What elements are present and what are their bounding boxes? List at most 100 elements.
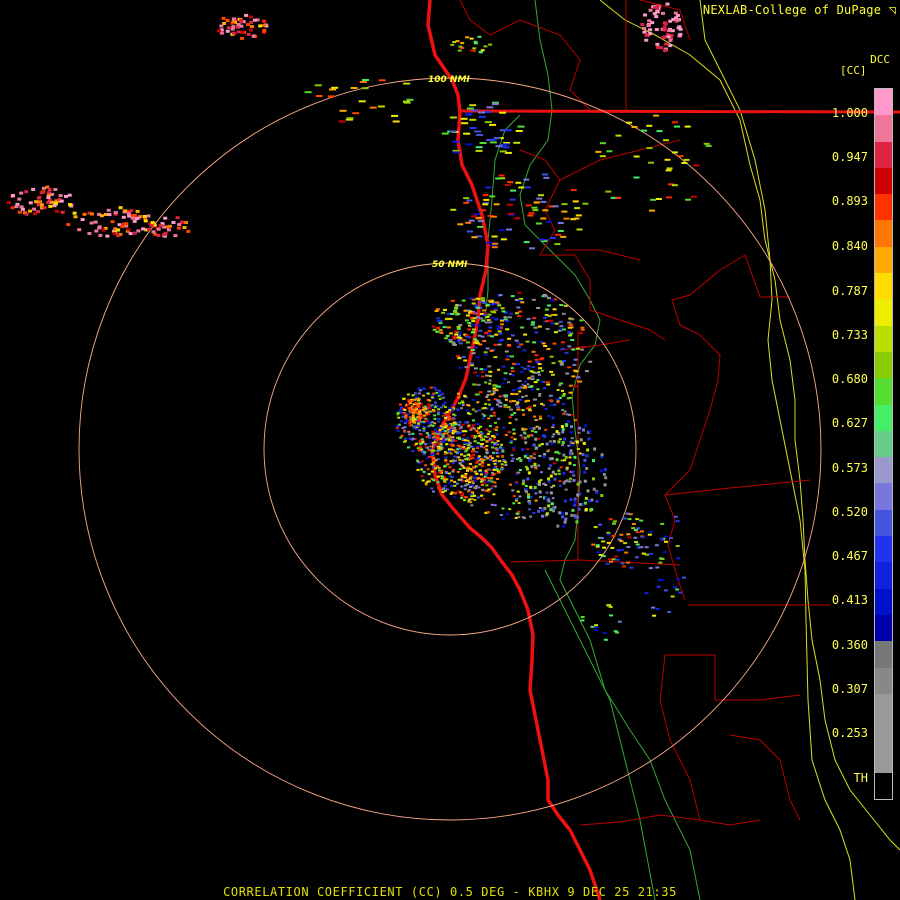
radar-return-pixel [327,95,335,98]
radar-return-pixel [485,448,489,451]
radar-return-pixel [609,560,613,563]
radar-return-pixel [426,398,430,401]
radar-return-pixel [538,443,542,447]
radar-return-pixel [430,421,434,424]
radar-return-pixel [463,421,467,424]
radar-return-pixel [418,412,422,415]
radar-return-pixel [358,100,366,103]
radar-return-pixel [411,414,415,417]
radar-return-pixel [453,496,457,499]
radar-return-pixel [246,33,251,36]
radar-return-pixel [473,40,478,43]
radar-return-pixel [352,112,360,115]
radar-return-pixel [572,474,576,477]
radar-return-pixel [503,316,508,319]
radar-return-pixel [466,412,470,415]
legend-unit: [CC] [840,64,867,77]
radar-return-pixel [465,409,469,412]
radar-return-pixel [569,449,573,453]
radar-return-pixel [538,238,545,241]
radar-return-pixel [581,345,586,348]
radar-return-pixel [470,491,474,494]
radar-return-pixel [491,474,495,477]
color-scale-swatch [875,194,892,221]
radar-return-pixel [480,49,485,52]
radar-return-pixel [478,391,483,394]
radar-return-pixel [555,430,559,434]
radar-return-pixel [572,363,577,366]
radar-return-pixel [481,309,486,312]
radar-return-pixel [476,422,479,425]
radar-return-pixel [452,343,456,346]
radar-return-pixel [100,214,104,218]
radar-return-pixel [445,317,450,320]
radar-return-pixel [489,439,493,442]
radar-return-pixel [537,325,542,328]
radar-return-pixel [132,219,137,223]
radar-return-pixel [563,410,567,413]
radar-return-pixel [463,197,470,200]
radar-return-pixel [432,328,437,331]
radar-return-pixel [484,321,489,324]
radar-return-pixel [495,426,499,429]
radar-return-pixel [432,490,435,493]
radar-return-pixel [476,324,481,327]
radar-return-pixel [378,79,386,82]
radar-return-pixel [530,456,534,459]
radar-return-pixel [479,142,487,144]
radar-return-pixel [512,502,516,505]
radar-return-pixel [544,428,548,431]
radar-return-pixel [497,400,502,403]
radar-return-pixel [262,23,267,27]
radar-return-pixel [118,206,123,210]
radar-return-pixel [568,384,573,387]
radar-return-pixel [132,231,137,235]
radar-return-pixel [445,334,450,337]
radar-return-pixel [666,167,673,170]
radar-return-pixel [498,174,505,177]
radar-return-pixel [515,181,522,184]
radar-return-pixel [457,392,460,395]
radar-return-pixel [510,436,514,439]
radar-return-pixel [563,499,567,503]
radar-return-pixel [488,437,492,440]
radar-return-pixel [523,454,527,458]
radar-return-pixel [136,229,141,233]
radar-return-pixel [429,386,433,389]
radar-return-pixel [474,479,478,482]
radar-return-pixel [495,442,499,445]
radar-return-pixel [435,431,439,434]
radar-return-pixel [560,425,564,428]
radar-return-pixel [453,426,457,429]
radar-return-pixel [561,394,566,397]
radar-return-pixel [438,429,442,432]
radar-return-pixel [629,566,634,569]
radar-return-pixel [489,455,493,458]
color-scale-swatch [875,430,892,458]
radar-return-pixel [456,355,461,358]
radar-return-pixel [507,381,510,384]
radar-return-pixel [547,477,550,481]
radar-return-pixel [585,454,589,458]
radar-return-pixel [461,401,465,404]
radar-return-pixel [472,47,477,50]
radar-return-pixel [552,433,556,436]
radar-return-pixel [601,555,606,558]
radar-return-pixel [398,403,402,406]
radar-return-pixel [510,370,515,373]
radar-return-pixel [522,413,526,416]
radar-return-pixel [433,417,437,420]
radar-return-pixel [440,475,444,478]
radar-return-pixel [482,446,486,449]
radar-return-pixel [541,508,545,512]
color-scale-label: 0.627 [831,416,868,430]
radar-return-pixel [437,408,441,411]
radar-return-pixel [467,346,471,349]
radar-return-pixel [594,629,598,632]
radar-return-pixel [419,389,423,392]
radar-return-pixel [496,325,501,328]
radar-return-pixel [538,507,542,509]
radar-return-pixel [516,512,520,515]
radar-return-pixel [457,357,462,360]
radar-return-pixel [514,298,519,301]
